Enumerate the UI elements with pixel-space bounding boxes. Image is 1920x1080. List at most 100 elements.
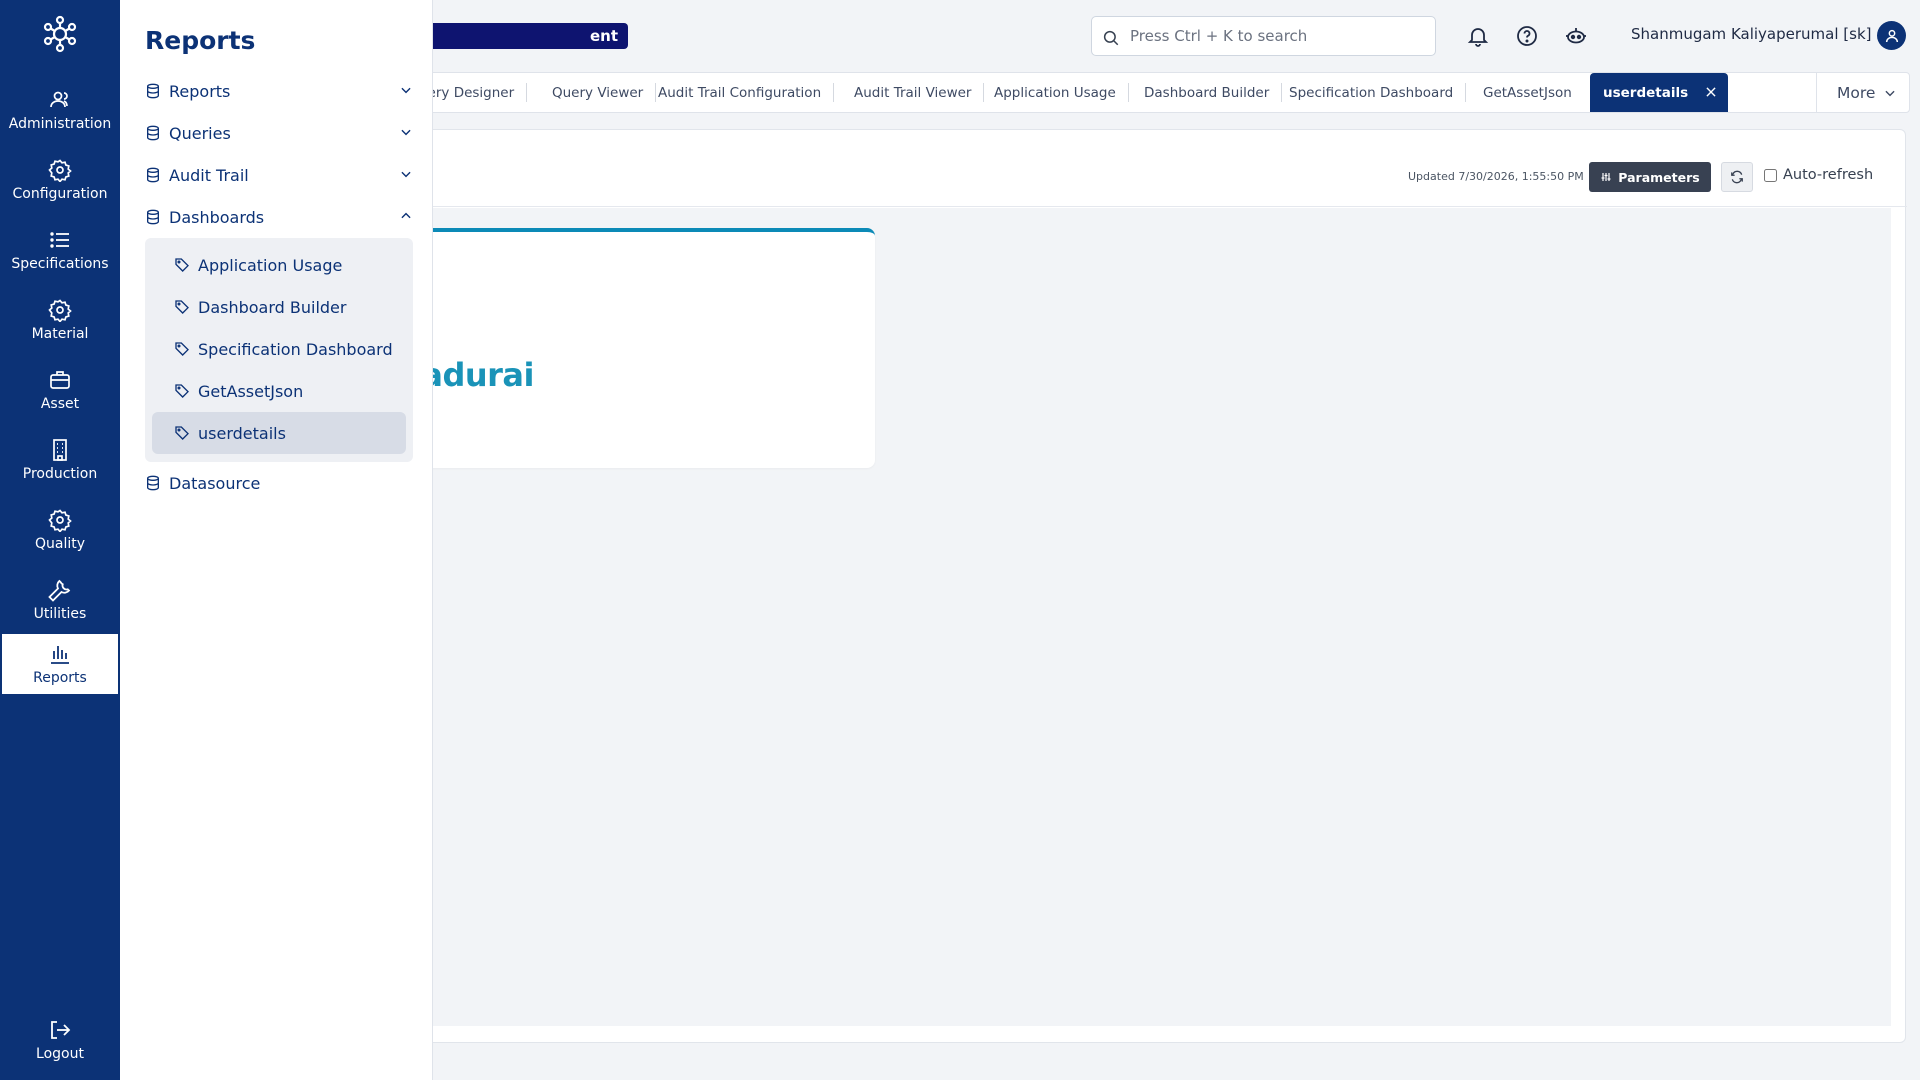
help-icon[interactable] <box>1515 24 1539 48</box>
rail-label: Utilities <box>33 606 87 622</box>
database-icon <box>145 166 163 184</box>
user-name[interactable]: Shanmugam Kaliyaperumal [sk] <box>1631 25 1871 43</box>
rail-item-administration[interactable]: Administration <box>2 80 118 140</box>
rail-label: Administration <box>8 116 112 132</box>
flyout-item-dashboards[interactable]: Dashboards <box>145 201 413 233</box>
list-icon <box>47 227 73 253</box>
chevron-down-icon <box>401 87 411 94</box>
flyout-item-label: Audit Trail <box>169 165 249 185</box>
tab-audit-trail-configuration[interactable]: Audit Trail Configuration <box>645 73 835 112</box>
auto-refresh-label: Auto-refresh <box>1783 167 1874 183</box>
auto-refresh-toggle[interactable]: Auto-refresh <box>1764 167 1873 183</box>
environment-badge: ent <box>420 23 629 49</box>
rail-item-utilities[interactable]: Utilities <box>2 570 118 630</box>
tab-getassetjson[interactable]: GetAssetJson <box>1470 73 1585 112</box>
bar-chart-icon <box>47 641 73 667</box>
chevron-down-icon <box>401 129 411 136</box>
logout-icon <box>47 1017 73 1043</box>
chevron-up-icon <box>401 212 411 219</box>
flyout-item-label: Dashboards <box>169 207 265 227</box>
flyout-item-queries[interactable]: Queries <box>145 117 413 149</box>
tab-label: userdetails <box>1603 84 1689 101</box>
rail-label: Asset <box>40 396 80 412</box>
chevron-down-icon <box>1885 90 1896 96</box>
submenu-item-userdetails[interactable]: userdetails <box>152 412 406 454</box>
submenu-item-label: GetAssetJson <box>198 381 304 401</box>
search-box[interactable] <box>1091 16 1436 56</box>
refresh-icon <box>1731 170 1743 184</box>
tab-application-usage[interactable]: Application Usage <box>981 73 1129 112</box>
flyout-item-audit-trail[interactable]: Audit Trail <box>145 159 413 191</box>
rail-item-production[interactable]: Production <box>2 430 118 490</box>
submenu-item-getassetjson[interactable]: GetAssetJson <box>152 370 406 412</box>
flyout-item-label: Reports <box>169 81 231 101</box>
app-logo-icon[interactable] <box>40 14 80 54</box>
parameters-button[interactable]: Parameters <box>1589 162 1711 192</box>
refresh-button[interactable] <box>1721 162 1753 192</box>
tab-userdetails[interactable]: userdetails <box>1590 73 1729 112</box>
database-icon <box>145 474 163 492</box>
rail-item-configuration[interactable]: Configuration <box>2 150 118 210</box>
rail-label: Quality <box>34 536 86 552</box>
flyout-item-datasource[interactable]: Datasource <box>145 467 413 499</box>
close-icon[interactable] <box>1704 85 1718 99</box>
dashboards-submenu: Application Usage Dashboard Builder Spec… <box>145 238 413 462</box>
submenu-item-label: Application Usage <box>198 255 343 275</box>
rail-label: Specifications <box>11 256 109 272</box>
briefcase-icon <box>47 367 73 393</box>
user-icon <box>1885 29 1898 42</box>
search-input[interactable] <box>1130 27 1430 45</box>
wrench-icon <box>47 577 73 603</box>
tag-icon <box>174 340 192 358</box>
rail-item-material[interactable]: Material <box>2 290 118 350</box>
updated-timestamp: Updated 7/30/2026, 1:55:50 PM <box>1408 170 1584 183</box>
tab-dashboard-builder[interactable]: Dashboard Builder <box>1131 73 1283 112</box>
tag-icon <box>174 298 192 316</box>
rail-item-quality[interactable]: Quality <box>2 500 118 560</box>
tab-specification-dashboard[interactable]: Specification Dashboard <box>1276 73 1467 112</box>
database-icon <box>145 124 163 142</box>
parameters-label: Parameters <box>1618 169 1700 185</box>
rail-label: Configuration <box>12 186 108 202</box>
more-label: More <box>1837 83 1876 102</box>
tab-query-viewer[interactable]: Query Viewer <box>539 73 657 112</box>
users-icon <box>47 87 73 113</box>
database-icon <box>145 208 163 226</box>
auto-refresh-checkbox[interactable] <box>1764 168 1777 182</box>
left-rail: Administration Configuration Specificati… <box>0 0 120 1080</box>
submenu-item-specification-dashboard[interactable]: Specification Dashboard <box>152 328 406 370</box>
avatar[interactable] <box>1877 21 1906 50</box>
tag-icon <box>174 256 192 274</box>
more-tabs-dropdown[interactable]: More <box>1816 73 1909 112</box>
logout-button[interactable]: Logout <box>2 1010 118 1070</box>
tag-icon <box>174 382 192 400</box>
sliders-icon <box>1601 173 1611 181</box>
search-icon <box>1103 30 1119 46</box>
gear-icon <box>47 297 73 323</box>
chevron-down-icon <box>401 171 411 178</box>
flyout-item-label: Datasource <box>169 473 261 493</box>
gear-icon <box>47 507 73 533</box>
reports-flyout-panel: Reports Reports Queries Audit Trail Dash… <box>120 0 433 1080</box>
submenu-item-dashboard-builder[interactable]: Dashboard Builder <box>152 286 406 328</box>
rail-item-asset[interactable]: Asset <box>2 360 118 420</box>
rail-item-reports[interactable]: Reports <box>2 634 118 694</box>
submenu-item-application-usage[interactable]: Application Usage <box>152 244 406 286</box>
rail-label: Material <box>31 326 89 342</box>
robot-icon[interactable] <box>1564 24 1588 48</box>
rail-item-specifications[interactable]: Specifications <box>2 220 118 280</box>
flyout-item-label: Queries <box>169 123 231 143</box>
flyout-title: Reports <box>145 26 256 55</box>
rail-label: Production <box>22 466 98 482</box>
logout-label: Logout <box>36 1046 84 1062</box>
building-icon <box>47 437 73 463</box>
submenu-item-label: Dashboard Builder <box>198 297 347 317</box>
tab-audit-trail-viewer[interactable]: Audit Trail Viewer <box>841 73 985 112</box>
rail-label: Reports <box>33 670 87 686</box>
bell-icon[interactable] <box>1466 24 1490 48</box>
submenu-item-label: Specification Dashboard <box>198 339 393 359</box>
database-icon <box>145 82 163 100</box>
flyout-item-reports[interactable]: Reports <box>145 75 413 107</box>
gear-icon <box>47 157 73 183</box>
tag-icon <box>174 424 192 442</box>
